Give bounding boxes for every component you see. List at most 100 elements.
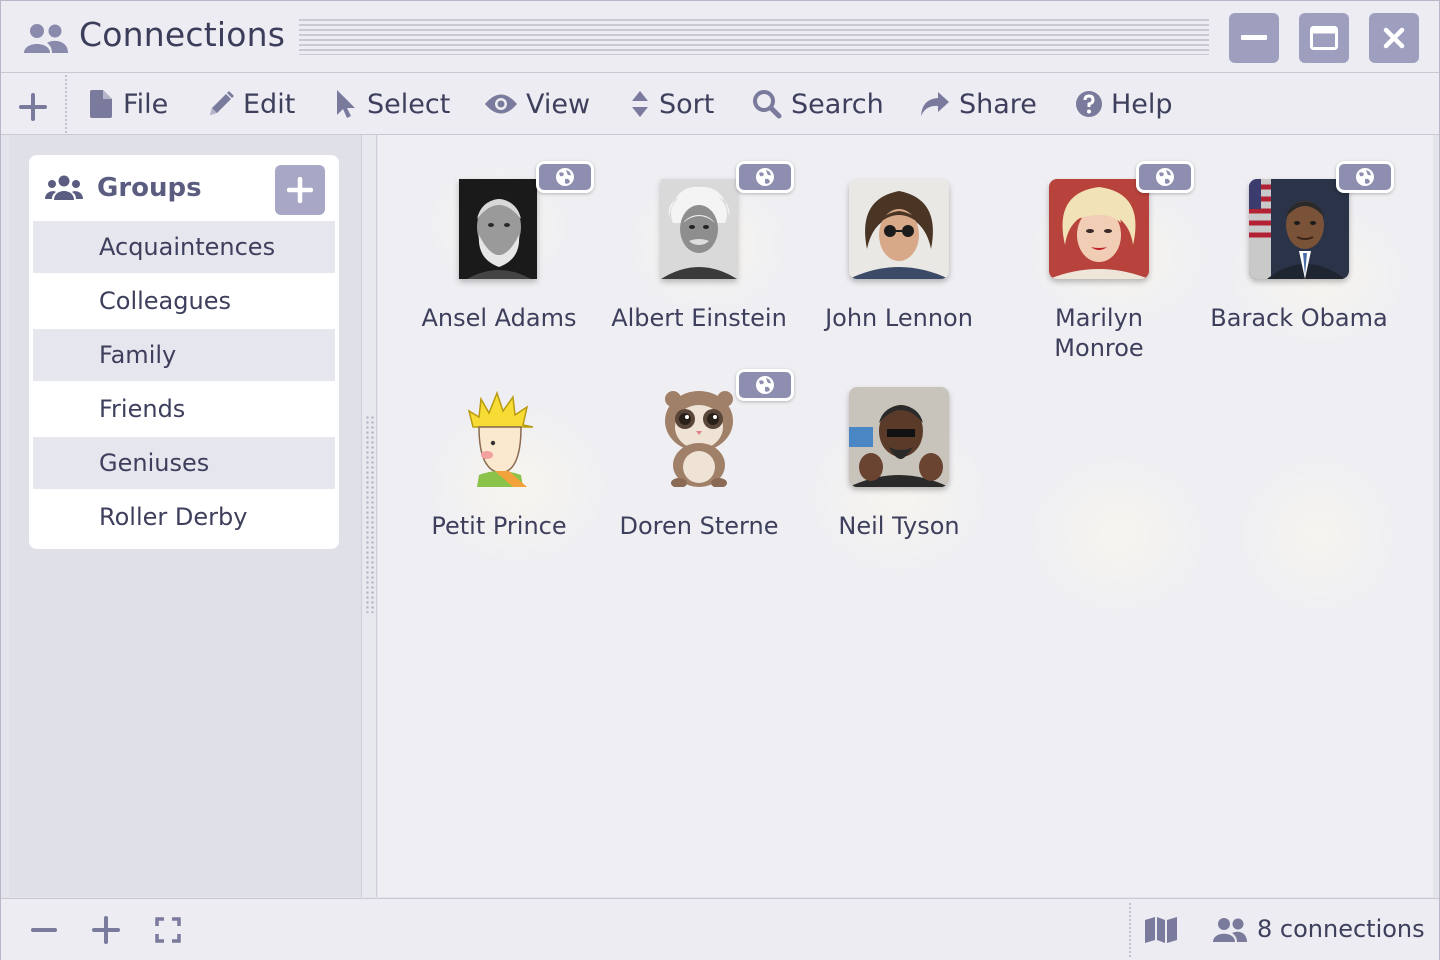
connection-count: 8 connections [1257,915,1425,943]
eye-icon [484,90,518,118]
sort-icon [629,90,651,118]
splitter-grip[interactable] [365,415,375,613]
group-item-colleagues[interactable]: Colleagues [33,275,335,327]
plus-icon [92,916,120,944]
title-drag-grip[interactable] [299,19,1209,55]
contact-name: Neil Tyson [838,512,960,540]
menu-help-label: Help [1111,88,1173,120]
contact-doren-sterne[interactable]: Doren Sterne [604,369,794,563]
help-icon [1075,90,1103,118]
groups-title: Groups [97,173,202,203]
people-icon [23,23,69,55]
expand-icon [155,917,181,943]
connections-window: Connections File Edit Select View Sort S… [0,0,1440,960]
contact-barack-obama[interactable]: Barack Obama [1204,161,1394,355]
shared-badge [736,161,794,193]
people-icon [1211,913,1249,947]
contact-name: Marilyn Monroe [1054,304,1144,362]
status-bar: 8 connections [1,898,1439,960]
contact-avatar [661,179,737,279]
contact-john-lennon[interactable]: John Lennon [804,175,994,355]
add-button[interactable] [15,89,51,125]
maximize-icon [1310,26,1338,50]
contacts-grid: Ansel Adams Albert Einstein John Lennon … [378,135,1433,897]
contact-avatar [449,387,549,487]
fullscreen-button[interactable] [151,913,185,947]
minus-icon [31,928,57,932]
contact-avatar [649,387,749,487]
group-item-geniuses[interactable]: Geniuses [33,437,335,489]
close-button[interactable] [1369,13,1419,63]
title-bar[interactable]: Connections [1,1,1439,73]
share-icon [919,90,951,118]
contact-name: Barack Obama [1210,304,1388,332]
zoom-out-button[interactable] [27,913,61,947]
contact-name: Albert Einstein [611,304,787,332]
groups-icon [45,175,83,205]
group-item-roller-derby[interactable]: Roller Derby [33,491,335,543]
contact-avatar [1049,179,1149,279]
minimize-button[interactable] [1229,13,1279,63]
shared-badge [1136,161,1194,193]
contact-avatar [1249,179,1349,279]
menu-file[interactable]: File [87,85,168,123]
contact-petit-prince[interactable]: Petit Prince [404,383,594,563]
menu-edit[interactable]: Edit [207,85,295,123]
window-title: Connections [79,15,286,54]
shared-badge [536,161,594,193]
menu-select-label: Select [367,88,451,120]
menu-select[interactable]: Select [331,85,450,123]
globe-icon [1356,168,1374,186]
globe-icon [556,168,574,186]
contact-avatar [849,179,949,279]
group-item-acquaintences[interactable]: Acquaintences [33,221,335,273]
contact-avatar [459,179,537,279]
add-group-button[interactable] [275,165,325,215]
group-item-friends[interactable]: Friends [33,383,335,435]
contact-name: Ansel Adams [421,304,577,332]
globe-icon [1156,168,1174,186]
sidebar-splitter[interactable] [361,135,377,897]
contact-neil-tyson[interactable]: Neil Tyson [804,383,994,563]
map-view-button[interactable] [1143,913,1179,947]
menu-view[interactable]: View [484,85,590,123]
menu-search-label: Search [791,88,884,120]
menu-share[interactable]: Share [919,85,1037,123]
globe-icon [756,168,774,186]
menu-file-label: File [123,88,169,120]
file-icon [87,90,115,118]
shared-badge [736,369,794,401]
plus-icon [287,177,313,203]
pencil-icon [207,90,235,118]
shared-badge [1336,161,1394,193]
cursor-icon [331,90,359,118]
menu-share-label: Share [959,88,1037,120]
maximize-button[interactable] [1299,13,1349,63]
menu-view-label: View [526,88,591,120]
contact-ansel-adams[interactable]: Ansel Adams [404,161,594,355]
plus-icon [19,93,47,121]
map-icon [1145,917,1177,943]
contact-marilyn-monroe[interactable]: Marilyn Monroe [1004,161,1194,375]
menu-edit-label: Edit [243,88,296,120]
globe-icon [756,376,774,394]
minimize-icon [1241,35,1267,40]
menu-sort[interactable]: Sort [629,85,714,123]
contact-name: Doren Sterne [619,512,779,540]
zoom-in-button[interactable] [89,913,123,947]
contact-name: John Lennon [825,304,973,332]
groups-panel: Groups Acquaintences Colleagues Family F… [29,155,339,549]
groups-header: Groups [29,155,339,221]
close-icon [1383,27,1405,49]
contact-name: Petit Prince [431,512,567,540]
status-separator [1129,903,1131,957]
contact-avatar [849,387,949,487]
contact-albert-einstein[interactable]: Albert Einstein [604,161,794,355]
menu-help[interactable]: Help [1075,85,1173,123]
group-item-family[interactable]: Family [33,329,335,381]
toolbar-separator [65,75,67,133]
toolbar: File Edit Select View Sort Search Share … [1,73,1439,135]
menu-sort-label: Sort [659,88,715,120]
menu-search[interactable]: Search [751,85,884,123]
search-icon [751,90,783,119]
